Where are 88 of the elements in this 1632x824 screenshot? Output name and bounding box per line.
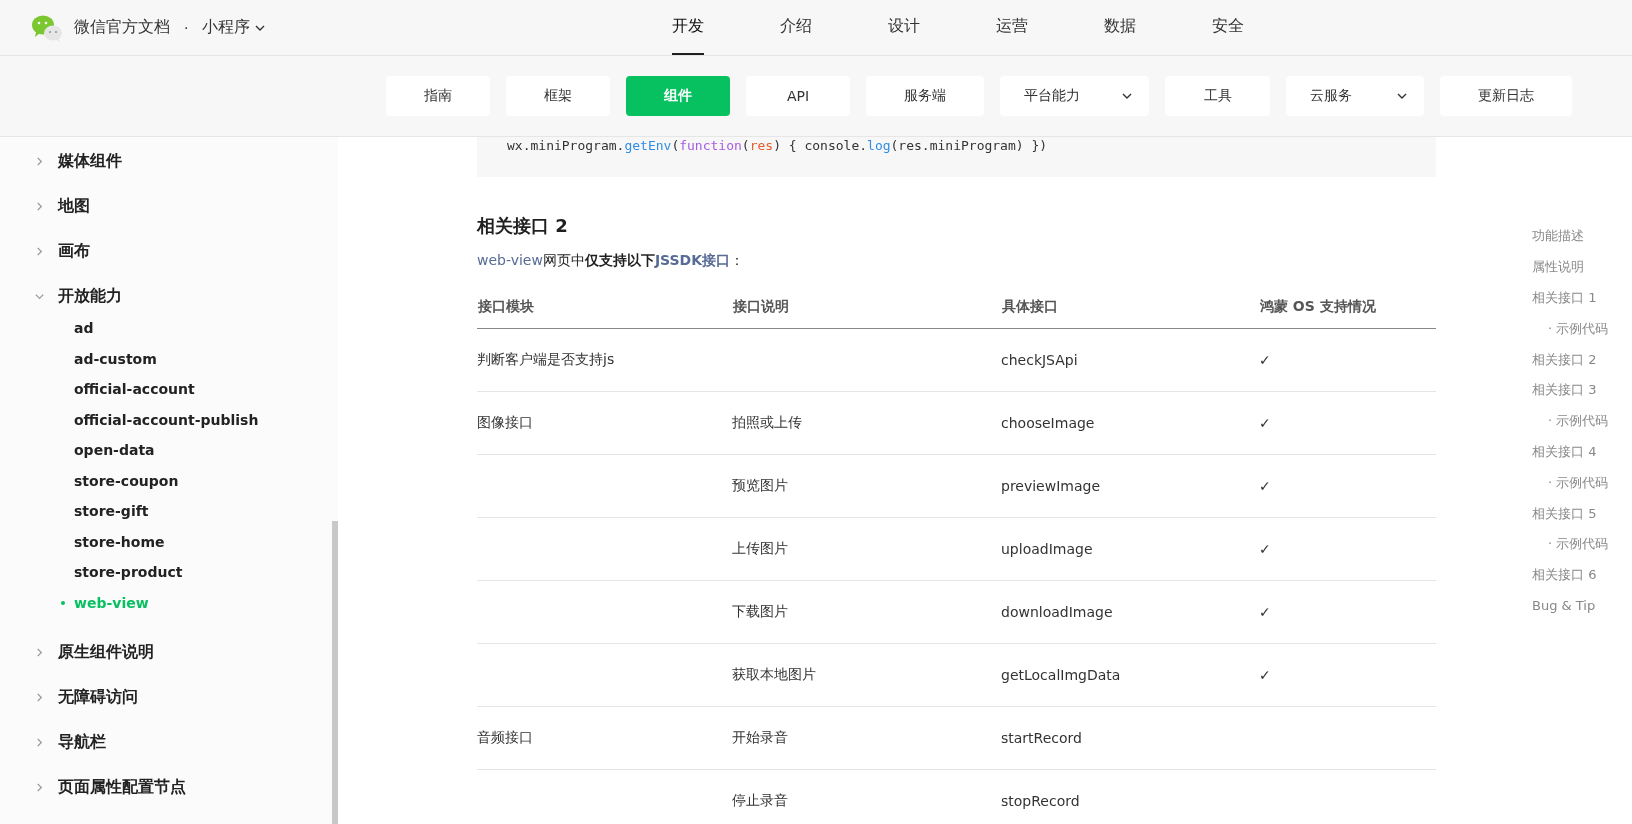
chevron-right-icon [34,782,45,793]
sidebar-item[interactable]: 地图 [0,184,90,229]
chevron-right-icon [34,201,45,212]
subnav-tab[interactable]: 平台能力 [1000,76,1149,116]
toc-link[interactable]: 相关接口 6 [1532,559,1632,591]
intro-text: web-view网页中仅支持以下JSSDK接口： [477,252,746,270]
toc-link[interactable]: · 示例代码 [1532,313,1632,345]
sidebar-subitem[interactable]: store-home [74,526,165,557]
sidebar-item[interactable]: 无障碍访问 [0,675,138,720]
sidebar-subitem[interactable]: official-account [74,374,195,405]
sidebar-subitem[interactable]: store-gift [74,496,149,527]
table-cell: chooseImage [1001,415,1095,431]
toc-link[interactable]: · 示例代码 [1532,405,1632,437]
table-cell: 音频接口 [477,729,533,745]
subnav-tab[interactable]: 工具 [1165,76,1270,116]
table-cell: 拍照或上传 [732,414,802,430]
separator-dot: · [184,19,189,36]
section-heading: 相关接口 2 [477,214,569,238]
toc-link[interactable]: 相关接口 3 [1532,375,1632,406]
product-dropdown[interactable]: 小程序 [202,17,267,38]
nav-tab[interactable]: 设计 [850,0,958,55]
column-header: 接口模块 [478,298,534,314]
column-header: 接口说明 [733,298,789,314]
table-cell: 下载图片 [732,603,788,619]
sidebar-subitem[interactable]: store-product [74,557,183,588]
chevron-right-icon [34,156,45,167]
table-cell: 开始录音 [732,729,788,745]
table-cell: startRecord [1001,730,1082,746]
code-line: wx.miniProgram.getEnv(function(res) { console.log(res.miniProgram) }) [507,137,1048,155]
sidebar-subitem[interactable]: ad-custom [74,343,157,374]
toc-link[interactable]: Bug & Tip [1532,590,1632,622]
subnav-tab[interactable]: API [746,76,850,116]
active-dot [61,600,65,605]
toc-link[interactable]: 相关接口 1 [1532,282,1632,314]
link[interactable]: JSSDK接口 [654,252,731,268]
table-cell: 停止录音 [732,792,788,808]
sidebar-item[interactable]: 原生组件说明 [0,630,154,675]
column-header: 鸿蒙 OS 支持情况 [1260,298,1376,314]
table-cell: previewImage [1001,478,1101,494]
toc-link[interactable]: · 示例代码 [1532,467,1632,499]
chevron-right-icon [34,647,45,658]
link[interactable]: web-view [477,252,543,268]
toc-link[interactable]: 相关接口 2 [1532,344,1632,375]
table-cell: 上传图片 [732,540,788,556]
subnav-tab[interactable]: 更新日志 [1440,76,1572,116]
sidebar-item[interactable]: 页面属性配置节点 [0,765,186,810]
sidebar-subitem[interactable]: open-data [74,435,155,466]
chevron-right-icon [34,246,45,257]
column-header: 具体接口 [1002,298,1058,314]
nav-tab[interactable]: 数据 [1066,0,1174,55]
chevron-down-icon [34,291,45,302]
subnav-tab[interactable]: 云服务 [1286,76,1424,116]
toc-link[interactable]: 相关接口 4 [1532,436,1632,468]
subnav-tab[interactable]: 服务端 [866,76,984,116]
table-cell: uploadImage [1001,541,1093,557]
sidebar-subitem[interactable]: store-coupon [74,465,179,496]
toc-link[interactable]: · 示例代码 [1532,528,1632,560]
table-cell: ✓ [1259,478,1271,494]
nav-tab[interactable]: 运营 [958,0,1066,55]
table-cell: 判断客户端是否支持js [477,351,615,367]
site-title[interactable]: 微信官方文档 [74,17,170,38]
chevron-right-icon [34,692,45,703]
table-cell: downloadImage [1001,604,1113,620]
scrollbar[interactable] [332,521,338,824]
table-cell: ✓ [1259,541,1271,557]
table-cell: ✓ [1259,604,1271,620]
sidebar-subitem[interactable]: official-account-publish [74,404,259,435]
table-cell: ✓ [1259,415,1271,431]
table-cell: checkJSApi [1001,352,1078,368]
subnav-tab[interactable]: 框架 [506,76,610,116]
toc-link[interactable]: 相关接口 5 [1532,498,1632,529]
table-cell: ✓ [1259,352,1271,368]
table-cell: 图像接口 [477,414,533,430]
nav-tab[interactable]: 安全 [1174,0,1282,55]
toc-link[interactable]: 属性说明 [1532,251,1632,283]
subnav-tab[interactable]: 指南 [386,76,490,116]
table-cell: stopRecord [1001,793,1080,809]
table-cell: 获取本地图片 [732,666,816,682]
table-cell: getLocalImgData [1001,667,1121,683]
sidebar-item[interactable]: 画布 [0,229,90,274]
logo-icon [30,13,64,42]
sidebar-item[interactable]: 导航栏 [0,720,106,765]
nav-tab[interactable]: 介绍 [742,0,850,55]
toc-link[interactable]: 功能描述 [1532,221,1632,252]
table-cell: 预览图片 [732,477,788,493]
sidebar-item[interactable]: 媒体组件 [0,139,122,184]
table-cell: ✓ [1259,667,1271,683]
chevron-right-icon [34,737,45,748]
